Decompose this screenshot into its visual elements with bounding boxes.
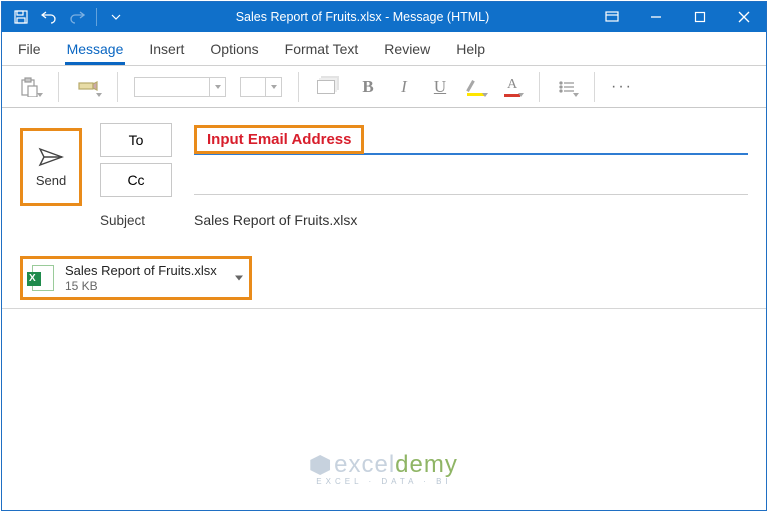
- tab-message[interactable]: Message: [65, 35, 126, 65]
- font-name-box[interactable]: [130, 72, 230, 102]
- redo-icon[interactable]: [64, 2, 90, 32]
- font-color-button[interactable]: A: [497, 72, 527, 102]
- maximize-icon[interactable]: [678, 2, 722, 32]
- qat-dropdown-icon[interactable]: [103, 2, 129, 32]
- attachment-size: 15 KB: [65, 279, 217, 293]
- cc-field[interactable]: [194, 165, 748, 195]
- more-commands-button[interactable]: ···: [607, 72, 637, 102]
- close-icon[interactable]: [722, 2, 766, 32]
- to-callout: Input Email Address: [194, 125, 364, 154]
- bold-button[interactable]: B: [353, 72, 383, 102]
- font-size-box[interactable]: [236, 72, 286, 102]
- ribbon-display-icon[interactable]: [590, 2, 634, 32]
- themes-button[interactable]: [311, 72, 347, 102]
- send-label: Send: [36, 173, 66, 188]
- italic-button[interactable]: I: [389, 72, 419, 102]
- minimize-icon[interactable]: [634, 2, 678, 32]
- send-icon: [38, 147, 64, 167]
- excel-file-icon: [29, 264, 57, 292]
- to-field[interactable]: Input Email Address: [194, 125, 748, 155]
- subject-field[interactable]: Sales Report of Fruits.xlsx: [194, 205, 748, 235]
- quick-access-toolbar: [2, 2, 135, 32]
- attachment-item[interactable]: Sales Report of Fruits.xlsx 15 KB: [20, 256, 252, 300]
- title-bar: Sales Report of Fruits.xlsx - Message (H…: [2, 2, 766, 32]
- window-title: Sales Report of Fruits.xlsx - Message (H…: [135, 10, 590, 24]
- tab-insert[interactable]: Insert: [147, 35, 186, 65]
- underline-button[interactable]: U: [425, 72, 455, 102]
- tab-options[interactable]: Options: [208, 35, 260, 65]
- attachment-area: Sales Report of Fruits.xlsx 15 KB: [2, 248, 766, 309]
- watermark: exceldemy EXCEL · DATA · BI: [310, 451, 458, 486]
- compose-area: Send To Input Email Address Cc Subject S…: [2, 108, 766, 248]
- tab-help[interactable]: Help: [454, 35, 487, 65]
- save-icon[interactable]: [8, 2, 34, 32]
- cube-icon: [310, 455, 330, 475]
- paste-button[interactable]: [12, 72, 46, 102]
- tab-file[interactable]: File: [16, 35, 43, 65]
- send-button[interactable]: Send: [20, 128, 82, 206]
- ribbon: B I U A ···: [2, 66, 766, 108]
- format-painter-button[interactable]: [71, 72, 105, 102]
- undo-icon[interactable]: [36, 2, 62, 32]
- highlight-button[interactable]: [461, 72, 491, 102]
- attachment-name: Sales Report of Fruits.xlsx: [65, 263, 217, 279]
- subject-label: Subject: [100, 213, 172, 228]
- tab-review[interactable]: Review: [382, 35, 432, 65]
- bullets-button[interactable]: [552, 72, 582, 102]
- to-button[interactable]: To: [100, 123, 172, 157]
- ribbon-tabs: File Message Insert Options Format Text …: [2, 32, 766, 66]
- tab-format-text[interactable]: Format Text: [283, 35, 361, 65]
- cc-button[interactable]: Cc: [100, 163, 172, 197]
- chevron-down-icon[interactable]: [235, 275, 243, 280]
